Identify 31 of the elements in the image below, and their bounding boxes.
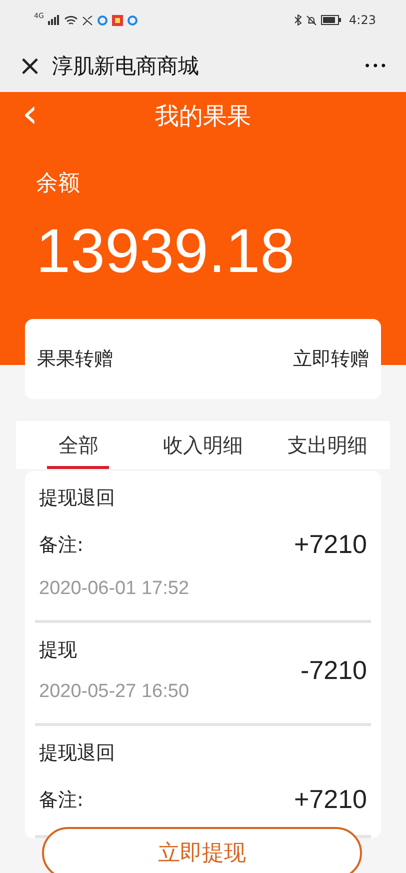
app-title: 淳肌新电商商城	[52, 53, 200, 80]
record-note: 备注:	[39, 788, 84, 812]
filter-tab[interactable]: 全部	[16, 421, 141, 469]
balance-amount: 13939.18	[36, 216, 296, 287]
filter-tab[interactable]: 收入明细	[140, 421, 266, 469]
record-amount: -7210	[300, 654, 367, 686]
battery-icon	[321, 15, 342, 25]
record-note: 备注:	[39, 532, 84, 558]
wifi-icon	[64, 14, 78, 26]
record-title: 提现退回	[39, 741, 116, 766]
app-icon	[96, 14, 108, 26]
mute-icon	[306, 14, 318, 26]
record-time: 2020-06-01 17:52	[39, 578, 190, 600]
transfer-link[interactable]: 立即转赠	[293, 346, 369, 372]
record-title: 提现退回	[39, 486, 116, 511]
page-title: 我的果果	[155, 101, 251, 132]
bluetooth-icon	[294, 14, 302, 26]
record-amount: +7210	[294, 529, 367, 560]
more-button[interactable]: •••	[364, 59, 388, 73]
withdraw-button[interactable]: 立即提现	[42, 827, 362, 873]
signal-icon	[48, 15, 60, 25]
app-icon	[112, 14, 123, 26]
balance-label: 余额	[36, 170, 81, 198]
transfer-label: 果果转赠	[37, 347, 113, 372]
record-time: 2020-05-27 16:50	[39, 681, 190, 703]
record-title: 提现	[39, 638, 78, 663]
filter-tab[interactable]: 支出明细	[265, 421, 390, 469]
record-amount: +7210	[294, 784, 367, 815]
app-icon	[126, 14, 138, 26]
close-button[interactable]: ×	[18, 52, 42, 80]
clock-time: 4:23	[349, 13, 376, 27]
